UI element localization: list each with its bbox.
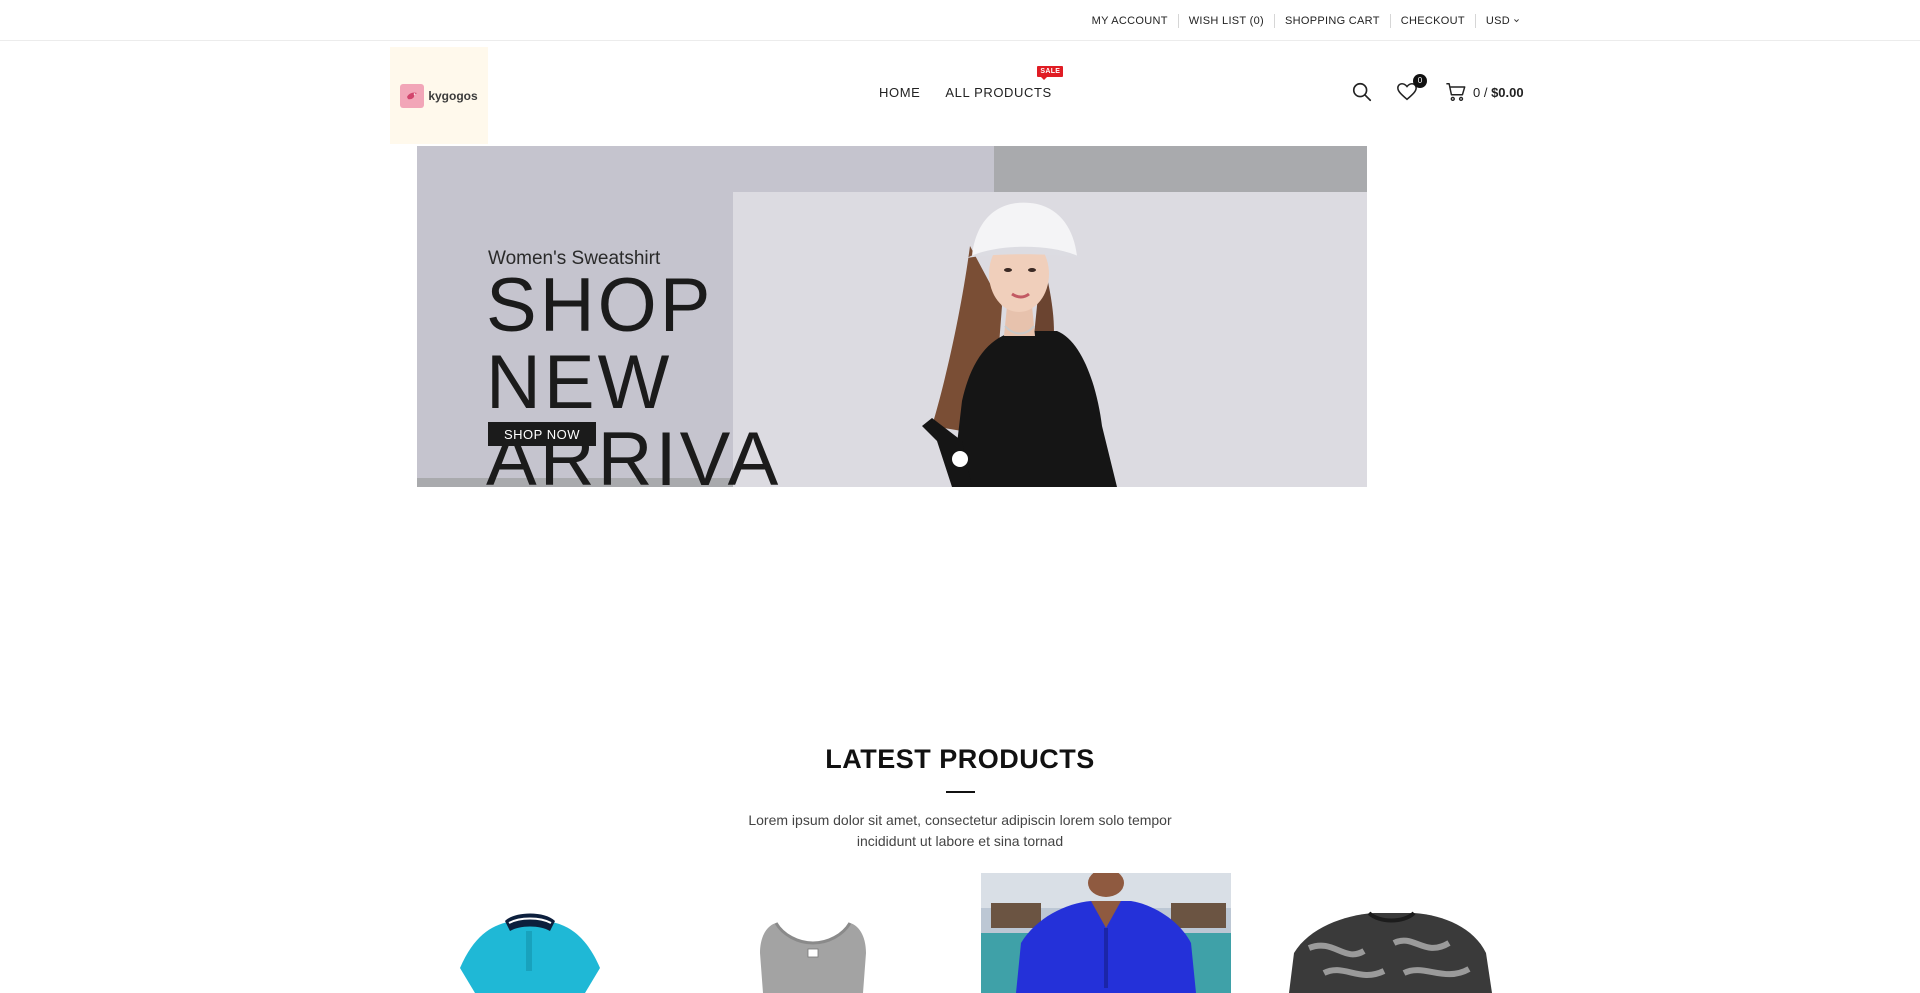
logo-text: kygogos (428, 88, 478, 103)
top-links: MY ACCOUNT WISH LIST (0) SHOPPING CART C… (1082, 0, 1530, 41)
hero-model-image (922, 202, 1117, 487)
product-image (981, 873, 1231, 993)
hero-title-line1: SHOP (486, 263, 714, 348)
nav-all-products[interactable]: ALL PRODUCTS SALE (945, 66, 1064, 100)
top-bar: MY ACCOUNT WISH LIST (0) SHOPPING CART C… (0, 0, 1920, 41)
wishlist-button[interactable]: 0 (1395, 74, 1427, 104)
chevron-down-icon (1514, 19, 1519, 23)
product-card[interactable] (405, 873, 655, 993)
currency-selector[interactable]: USD (1474, 13, 1530, 28)
hero-title-line2: NEW (486, 340, 673, 425)
product-card[interactable] (1264, 873, 1514, 993)
product-image (460, 913, 600, 993)
sale-badge: SALE (1037, 66, 1064, 80)
search-button[interactable] (1350, 80, 1374, 104)
product-image (1289, 911, 1492, 993)
shopping-cart-link[interactable]: SHOPPING CART (1273, 13, 1390, 28)
product-card[interactable] (981, 873, 1231, 993)
cart-total: $0.00 (1491, 84, 1524, 100)
cart-icon (1446, 83, 1466, 102)
checkout-link[interactable]: CHECKOUT (1389, 13, 1475, 28)
site-logo[interactable]: kygogos (390, 47, 488, 144)
product-card[interactable] (688, 873, 938, 993)
wishlist-count-badge: 0 (1413, 74, 1427, 88)
product-image (760, 922, 866, 993)
main-nav: HOME ALL PRODUCTS SALE (879, 66, 1064, 100)
cart-separator: / (1480, 84, 1492, 100)
nav-all-products-label: ALL PRODUCTS (945, 85, 1052, 100)
hero-banner[interactable]: Women's Sweatshirt SHOP NEW ARRIVA SHOP … (417, 146, 1367, 487)
cart-summary: 0 / $0.00 (1473, 85, 1524, 100)
currency-label: USD (1485, 14, 1510, 27)
shop-now-button[interactable]: SHOP NOW (488, 422, 596, 446)
wish-list-link[interactable]: WISH LIST (0) (1177, 13, 1274, 28)
my-account-link[interactable]: MY ACCOUNT (1082, 14, 1178, 28)
search-icon (1352, 82, 1372, 102)
header-actions: 0 0 / $0.00 (1350, 74, 1524, 104)
title-divider (946, 791, 975, 793)
cart-button[interactable]: 0 / $0.00 (1445, 81, 1524, 103)
nav-home[interactable]: HOME (879, 85, 920, 100)
section-description: Lorem ipsum dolor sit amet, consectetur … (748, 812, 1172, 849)
bird-icon (400, 83, 425, 108)
section-title: LATEST PRODUCTS (825, 744, 1095, 774)
slider-dot[interactable] (952, 451, 968, 467)
